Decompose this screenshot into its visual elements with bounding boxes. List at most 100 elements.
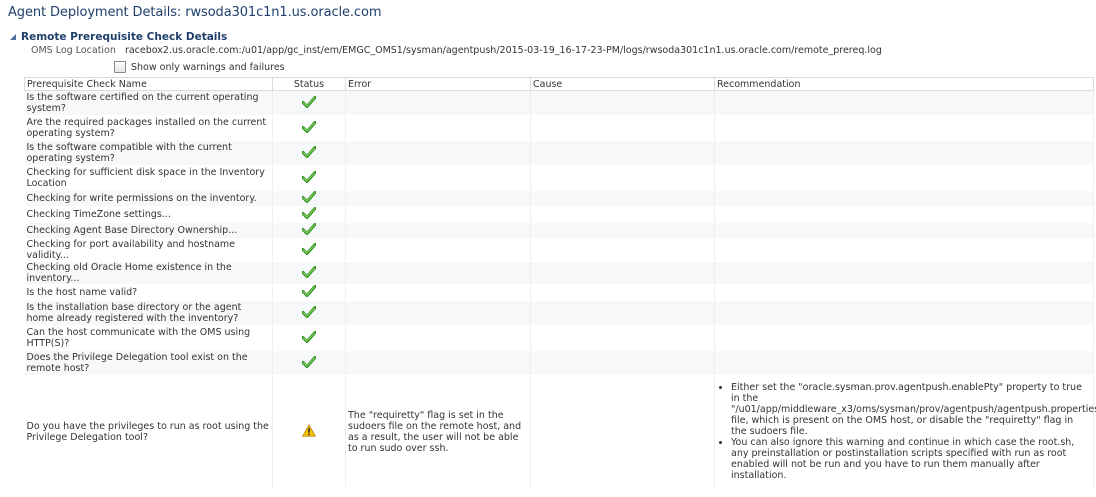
- recommendation-cell: [714, 140, 1094, 166]
- cause-cell: [530, 261, 715, 285]
- oms-log-label: OMS Log Location: [31, 45, 116, 56]
- table-row[interactable]: Are the required packages installed on t…: [24, 115, 1094, 141]
- check-icon: [301, 223, 317, 235]
- page-title: Agent Deployment Details: rwsoda301c1n1.…: [8, 5, 382, 20]
- recommendation-cell: [714, 261, 1094, 285]
- column-header-cause[interactable]: Cause: [530, 77, 715, 91]
- status-cell: [272, 284, 346, 301]
- recommendation-item: You can also ignore this warning and con…: [731, 437, 1091, 481]
- recommendation-cell: [714, 165, 1094, 191]
- check-name-cell: Do you have the privileges to run as roo…: [24, 375, 273, 488]
- cause-cell: [530, 284, 715, 301]
- column-header-error[interactable]: Error: [345, 77, 531, 91]
- check-name-cell: Checking for port availability and hostn…: [24, 238, 273, 262]
- collapse-triangle-icon[interactable]: [10, 34, 16, 40]
- status-cell: [272, 165, 346, 191]
- check-name-cell: Is the software compatible with the curr…: [24, 140, 273, 166]
- recommendation-cell: [714, 206, 1094, 223]
- error-cell: [345, 300, 531, 326]
- cause-cell: [530, 238, 715, 262]
- table-row[interactable]: Checking old Oracle Home existence in th…: [24, 261, 1094, 285]
- warnings-filter[interactable]: Show only warnings and failures: [114, 61, 285, 73]
- oms-log-value: racebox2.us.oracle.com:/u01/app/gc_inst/…: [124, 45, 882, 56]
- error-cell: [345, 190, 531, 207]
- table-row[interactable]: Can the host communicate with the OMS us…: [24, 325, 1094, 351]
- check-name-cell: Checking Agent Base Directory Ownership.…: [24, 222, 273, 239]
- check-icon: [301, 120, 317, 133]
- error-cell: [345, 90, 531, 116]
- recommendation-list: Either set the "oracle.sysman.prov.agent…: [717, 382, 1096, 481]
- column-header-name[interactable]: Prerequisite Check Name: [24, 77, 273, 91]
- check-name-cell: Checking for sufficient disk space in th…: [24, 165, 273, 191]
- recommendation-item: Either set the "oracle.sysman.prov.agent…: [731, 382, 1096, 437]
- table-row[interactable]: Checking TimeZone settings...: [24, 206, 1094, 223]
- check-icon: [301, 191, 317, 203]
- error-cell: [345, 206, 531, 223]
- recommendation-cell: [714, 115, 1094, 141]
- table-row[interactable]: Checking for write permissions on the in…: [24, 190, 1094, 207]
- recommendation-cell: [714, 238, 1094, 262]
- cause-cell: [530, 140, 715, 166]
- check-icon: [301, 330, 317, 343]
- recommendation-cell: [714, 325, 1094, 351]
- check-icon: [301, 285, 317, 297]
- status-cell: [272, 115, 346, 141]
- cause-cell: [530, 165, 715, 191]
- table-row[interactable]: Does the Privilege Delegation tool exist…: [24, 350, 1094, 376]
- table-row[interactable]: Is the installation base directory or th…: [24, 300, 1094, 326]
- error-cell: [345, 284, 531, 301]
- table-row[interactable]: Is the host name valid?: [24, 284, 1094, 301]
- section-header-toggle[interactable]: Remote Prerequisite Check Details: [10, 31, 227, 43]
- show-warnings-checkbox[interactable]: [114, 61, 126, 73]
- status-cell: [272, 350, 346, 376]
- table-row[interactable]: Is the software certified on the current…: [24, 90, 1094, 116]
- cause-cell: [530, 90, 715, 116]
- check-name-cell: Checking old Oracle Home existence in th…: [24, 261, 273, 285]
- status-cell: [272, 300, 346, 326]
- table-row[interactable]: Is the software compatible with the curr…: [24, 140, 1094, 166]
- check-name-cell: Can the host communicate with the OMS us…: [24, 325, 273, 351]
- status-cell: [272, 375, 346, 488]
- check-name-cell: Does the Privilege Delegation tool exist…: [24, 350, 273, 376]
- table-row[interactable]: Checking for port availability and hostn…: [24, 238, 1094, 262]
- table-row[interactable]: Checking for sufficient disk space in th…: [24, 165, 1094, 191]
- recommendation-cell: [714, 300, 1094, 326]
- cause-cell: [530, 115, 715, 141]
- error-cell: [345, 350, 531, 376]
- status-cell: [272, 325, 346, 351]
- check-name-cell: Is the installation base directory or th…: [24, 300, 273, 326]
- check-icon: [301, 355, 317, 368]
- section-title: Remote Prerequisite Check Details: [21, 31, 228, 43]
- cause-cell: [530, 350, 715, 376]
- table-row[interactable]: Do you have the privileges to run as roo…: [24, 375, 1096, 488]
- oms-log-location: OMS Log Location racebox2.us.oracle.com:…: [31, 45, 882, 56]
- table-row[interactable]: Checking Agent Base Directory Ownership.…: [24, 222, 1094, 239]
- error-cell: [345, 140, 531, 166]
- recommendation-cell: [714, 222, 1094, 239]
- check-icon: [301, 305, 317, 318]
- status-cell: [272, 222, 346, 239]
- status-cell: [272, 238, 346, 262]
- cause-cell: [530, 222, 715, 239]
- cause-cell: [530, 300, 715, 326]
- check-icon: [301, 265, 317, 278]
- cause-cell: [530, 190, 715, 207]
- cause-cell: [530, 325, 715, 351]
- cause-cell: [530, 206, 715, 223]
- column-header-status[interactable]: Status: [272, 77, 346, 91]
- error-cell: [345, 261, 531, 285]
- recommendation-cell: [714, 284, 1094, 301]
- show-warnings-label: Show only warnings and failures: [131, 61, 285, 73]
- error-cell: [345, 165, 531, 191]
- error-cell: The "requiretty" flag is set in the sudo…: [345, 375, 531, 488]
- column-header-recommendation[interactable]: Recommendation: [714, 77, 1094, 91]
- check-name-cell: Is the software certified on the current…: [24, 90, 273, 116]
- error-cell: [345, 222, 531, 239]
- check-icon: [301, 170, 317, 183]
- check-icon: [301, 207, 317, 219]
- check-icon: [301, 145, 317, 158]
- check-name-cell: Is the host name valid?: [24, 284, 273, 301]
- recommendation-cell: [714, 350, 1094, 376]
- check-name-cell: Checking for write permissions on the in…: [24, 190, 273, 207]
- status-cell: [272, 206, 346, 223]
